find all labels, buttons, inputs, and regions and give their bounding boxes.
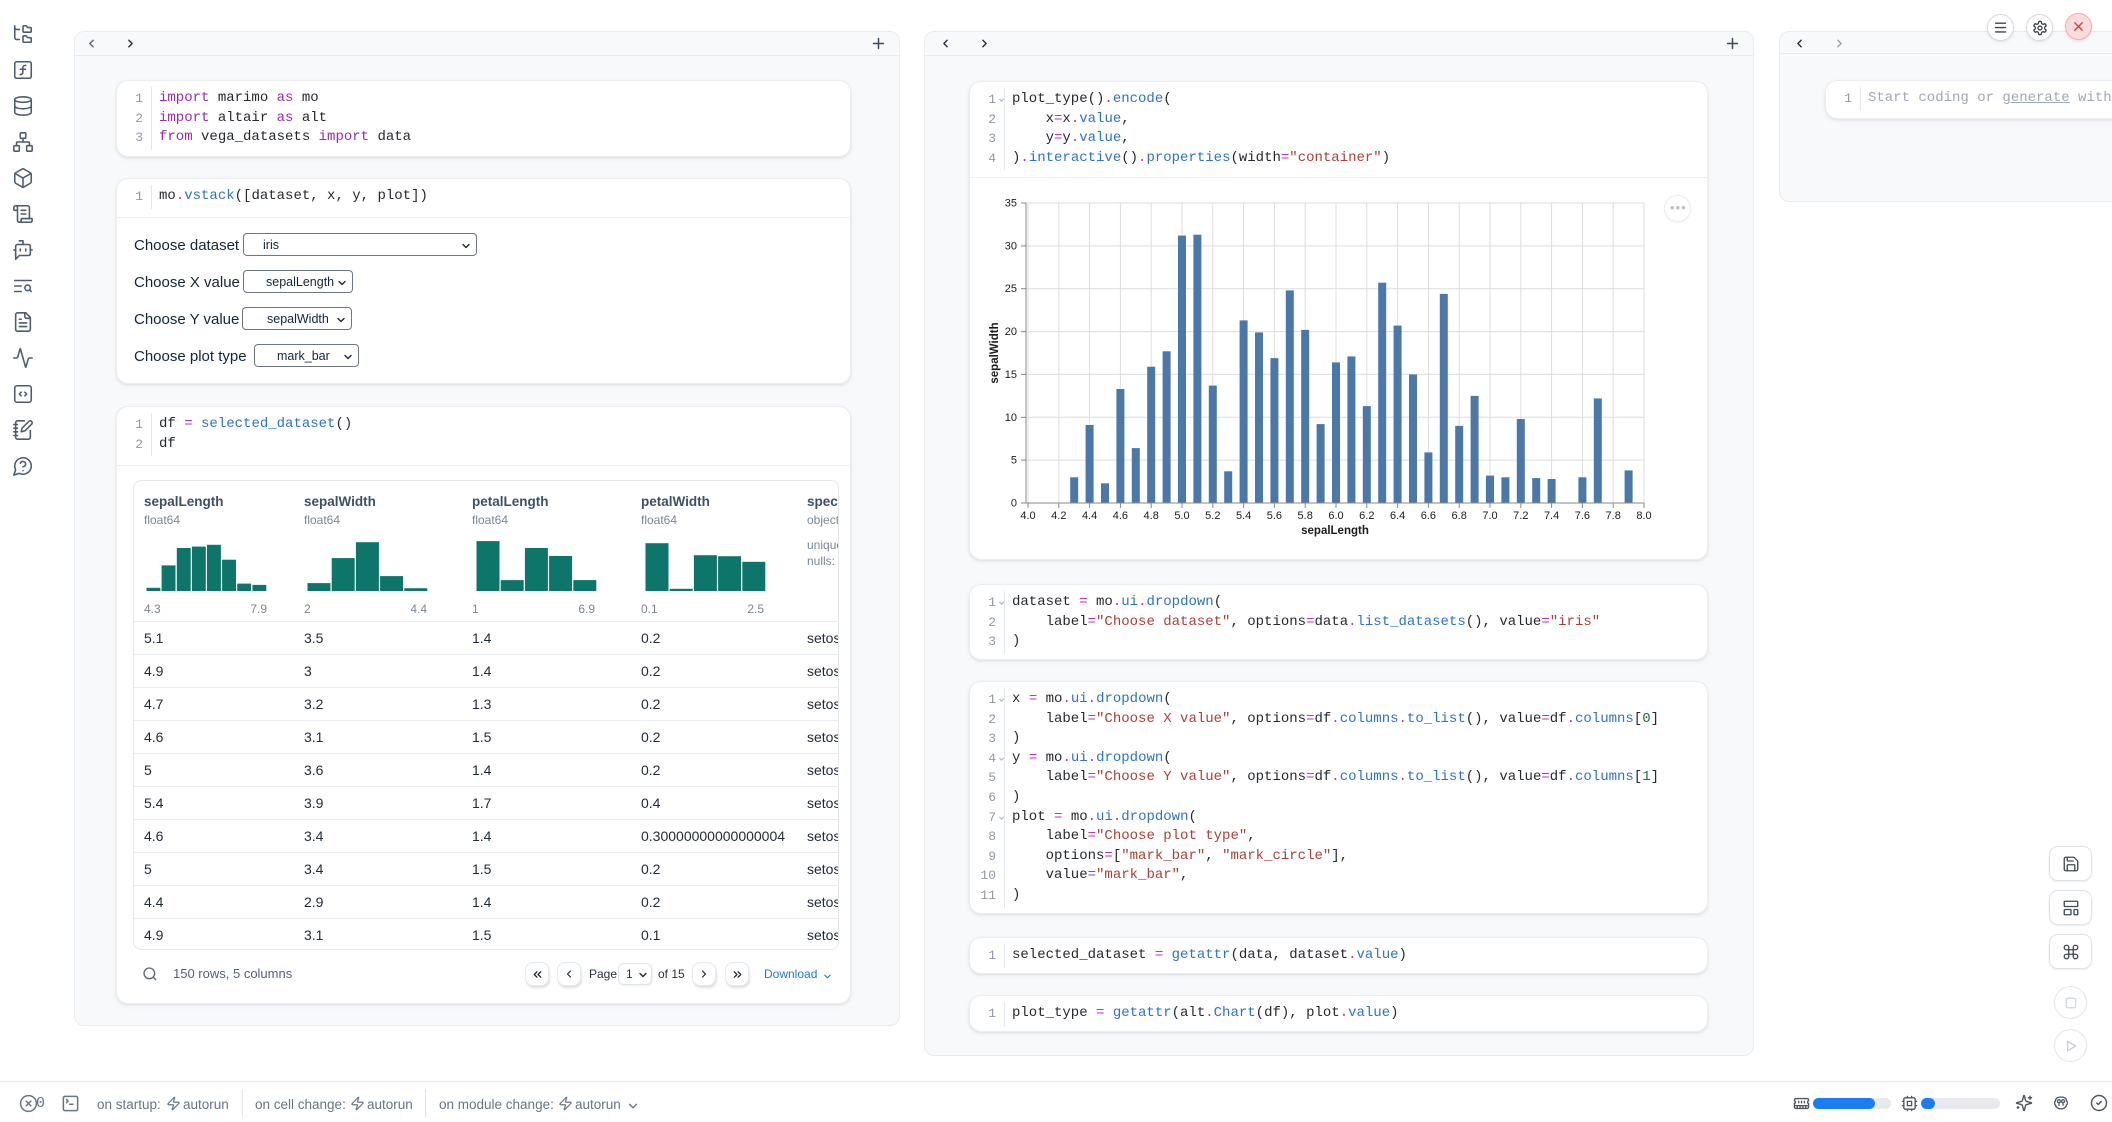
svg-text:6.0: 6.0 — [1328, 510, 1343, 522]
svg-text:7.6: 7.6 — [1575, 510, 1590, 522]
svg-text:35: 35 — [1005, 198, 1017, 210]
svg-text:7.0: 7.0 — [1482, 510, 1497, 522]
svg-text:5.0: 5.0 — [1174, 510, 1189, 522]
svg-text:sepalWidth: sepalWidth — [989, 322, 1001, 383]
svg-text:5: 5 — [1011, 455, 1017, 467]
svg-text:5.2: 5.2 — [1205, 510, 1220, 522]
svg-text:6.6: 6.6 — [1421, 510, 1436, 522]
svg-text:4.6: 4.6 — [1113, 510, 1128, 522]
svg-text:20: 20 — [1005, 326, 1017, 338]
svg-text:30: 30 — [1005, 240, 1017, 252]
svg-text:5.8: 5.8 — [1298, 510, 1313, 522]
svg-text:7.4: 7.4 — [1544, 510, 1559, 522]
svg-text:sepalLength: sepalLength — [1301, 525, 1369, 537]
svg-text:5.4: 5.4 — [1236, 510, 1251, 522]
svg-text:7.2: 7.2 — [1513, 510, 1528, 522]
svg-text:6.4: 6.4 — [1390, 510, 1405, 522]
svg-text:4.0: 4.0 — [1020, 510, 1035, 522]
svg-text:0: 0 — [1011, 498, 1017, 510]
svg-text:10: 10 — [1005, 412, 1017, 424]
svg-text:7.8: 7.8 — [1606, 510, 1621, 522]
svg-text:6.8: 6.8 — [1452, 510, 1467, 522]
svg-text:8.0: 8.0 — [1636, 510, 1651, 522]
svg-text:4.2: 4.2 — [1051, 510, 1066, 522]
svg-text:4.8: 4.8 — [1144, 510, 1159, 522]
svg-text:6.2: 6.2 — [1359, 510, 1374, 522]
svg-text:15: 15 — [1005, 369, 1017, 381]
svg-text:25: 25 — [1005, 283, 1017, 295]
svg-text:4.4: 4.4 — [1082, 510, 1097, 522]
svg-text:5.6: 5.6 — [1267, 510, 1282, 522]
